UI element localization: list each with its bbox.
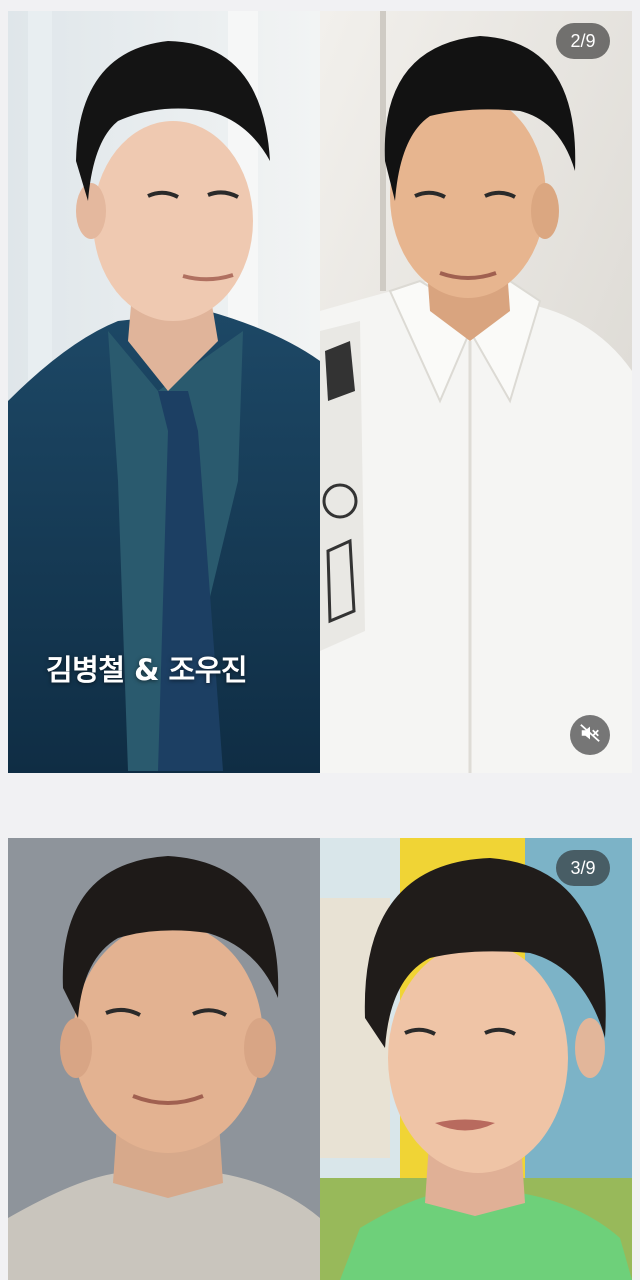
photo-card[interactable]: 3/9 [8, 838, 632, 1280]
image-counter-badge: 2/9 [556, 23, 610, 59]
image-counter-badge: 3/9 [556, 850, 610, 886]
speaker-muted-icon [579, 722, 601, 748]
portrait-photo-right [320, 11, 632, 773]
mute-button[interactable] [570, 715, 610, 755]
photo-feed: 2/9 김병철 & 조우진 3/9 [0, 0, 640, 1280]
portrait-photo-left [8, 838, 320, 1280]
photo-caption: 김병철 & 조우진 [46, 653, 248, 687]
portrait-photo-right [320, 838, 632, 1280]
photo-card[interactable]: 2/9 김병철 & 조우진 [8, 11, 632, 773]
